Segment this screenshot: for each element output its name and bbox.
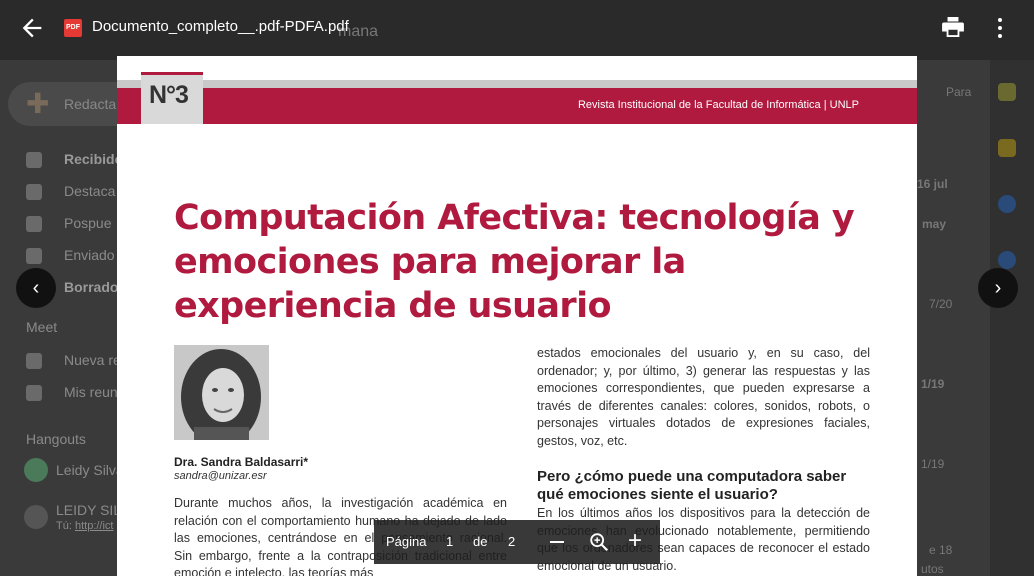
date-5: 1/19 [921,457,945,471]
issue-number: N°3 [149,81,189,109]
article-title: Computación Afectiva: tecnología y emoci… [174,198,855,326]
back-button[interactable] [18,14,46,42]
pdf-page: N°3 Revista Institucional de la Facultad… [117,56,917,576]
meet-new: Nueva re [26,352,121,370]
nav-starred: Destaca [26,183,116,201]
magnifier-icon [590,533,609,552]
tasks-app-icon [998,195,1016,213]
nav-snoozed: Pospue [26,215,112,233]
keep-app-icon [998,139,1016,157]
date-3: 7/20 [929,297,953,311]
meet-new-label: Nueva re [64,352,121,368]
chevron-right-icon: › [994,277,1002,299]
meet-my-label: Mis reun [64,384,118,400]
calendar-app-icon [998,83,1016,101]
print-icon [942,17,964,37]
current-page-input[interactable]: 1 [446,534,453,549]
print-button[interactable] [942,17,964,37]
page-label: Página [386,534,427,549]
zoom-out-button[interactable] [550,541,564,543]
compose-plus-icon: ✚ [26,88,50,119]
arrow-left-icon [22,18,42,38]
nav-drafts-label: Borrado [64,279,119,295]
date-6: e 18 [929,543,953,557]
star-icon [26,184,42,201]
pdf-file-icon: PDF [64,19,82,37]
author-email: sandra@unizar.esr [174,470,267,482]
nav-starred-label: Destaca [64,183,116,199]
hangouts-header: Hangouts [26,431,86,447]
meet-my: Mis reun [26,384,118,402]
file-title: Documento_completo__.pdf-PDFA.pdf [92,18,349,35]
zoom-reset-button[interactable] [588,531,610,553]
viewer-toolbar: PDF Documento_completo__.pdf-PDFA.pdf [0,0,1034,56]
author-portrait [174,345,269,440]
hangouts-link-prefix: Tú: [56,520,72,532]
date-7: utos [921,562,944,576]
total-pages: 2 [508,534,516,549]
nav-inbox: Recibido [26,151,124,169]
date-1: 16 jul [917,177,948,191]
side-panel-rail [990,60,1034,576]
calendar-icon [26,385,42,402]
inbox-icon [26,152,42,169]
zoom-in-button[interactable]: + [628,529,642,553]
more-options-button[interactable] [992,14,1008,42]
hangouts-user: Leidy Silva [56,462,124,478]
more-vert-icon [998,18,1002,22]
date-4: 1/19 [921,377,945,391]
right-tab-label: Para [946,85,972,99]
date-2: may [922,217,947,231]
nav-snoozed-label: Pospue [64,215,112,231]
more-dot [998,26,1002,30]
hangouts-avatar-2 [24,505,48,529]
header-grey-band [117,80,917,88]
clock-icon [26,216,42,233]
nav-sent: Enviado [26,247,115,265]
chevron-left-icon: ‹ [32,277,40,299]
previous-file-button[interactable]: ‹ [16,268,56,308]
nav-inbox-label: Recibido [64,151,124,167]
video-icon [26,353,42,370]
contacts-app-icon [998,251,1016,269]
body-text-right-top: estados emocionales del usuario y, en su… [537,346,870,448]
send-icon [26,248,42,265]
more-dot [998,34,1002,38]
author-name: Dra. Sandra Baldasarri* [174,455,309,469]
next-file-button[interactable]: › [978,268,1018,308]
journal-name: Revista Institucional de la Facultad de … [577,99,859,111]
issue-number-box: N°3 [141,72,203,124]
hangouts-user-2: LEIDY SIL [56,502,122,518]
nav-sent-label: Enviado [64,247,115,263]
compose-label: Redacta [64,96,117,112]
page-toolbar: Página 1 de 2 + [374,520,660,564]
hangouts-link: http://ict [74,520,114,532]
author-photo [174,345,269,440]
hangouts-avatar [24,458,48,482]
section-subheading: Pero ¿cómo puede una computadora saber q… [537,468,847,503]
meet-header: Meet [26,319,58,335]
hangouts-link-line: Tú: http://ict [56,520,114,532]
of-label: de [473,534,488,549]
